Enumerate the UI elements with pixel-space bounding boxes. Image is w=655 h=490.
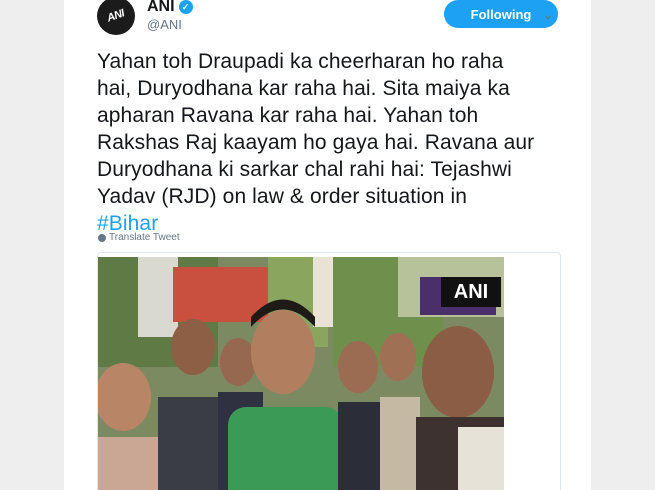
- translate-tweet-link[interactable]: Translate Tweet: [98, 232, 180, 243]
- tweet-line: Duryodhana ki sarkar chal rahi hai: Teja…: [97, 158, 512, 181]
- avatar-logo-text: ANI: [105, 7, 127, 25]
- translate-label: Translate Tweet: [109, 232, 180, 243]
- tweet-line: Yahan toh Draupadi ka cheerharan ho raha: [97, 50, 504, 73]
- tweet-line: Rakshas Raj kaayam ho gaya hai. Ravana a…: [97, 131, 535, 154]
- account-name[interactable]: ANI: [147, 0, 175, 16]
- account-name-row[interactable]: ANI ✓: [147, 0, 193, 16]
- chevron-down-icon[interactable]: ⌄: [542, 6, 554, 23]
- tweet-card: ANI ANI ✓ @ANI Following ⌄ Yahan toh Dra…: [64, 0, 591, 490]
- ani-watermark: ANI: [441, 277, 501, 307]
- video-thumbnail[interactable]: ANI: [98, 257, 504, 490]
- following-button[interactable]: Following: [444, 0, 558, 28]
- avatar[interactable]: ANI: [97, 0, 135, 35]
- media-card[interactable]: ANI: [97, 252, 561, 490]
- verified-icon: ✓: [178, 0, 193, 14]
- tweet-line: Yadav (RJD) on law & order situation in: [97, 185, 468, 208]
- tweet-text: Yahan toh Draupadi ka cheerharan ho raha…: [97, 48, 567, 237]
- globe-icon: [98, 233, 106, 242]
- account-handle[interactable]: @ANI: [147, 17, 182, 32]
- tweet-line: apharan Ravana kar raha hai. Yahan toh: [97, 104, 479, 127]
- tweet-line: hai, Duryodhana kar raha hai. Sita maiya…: [97, 77, 510, 100]
